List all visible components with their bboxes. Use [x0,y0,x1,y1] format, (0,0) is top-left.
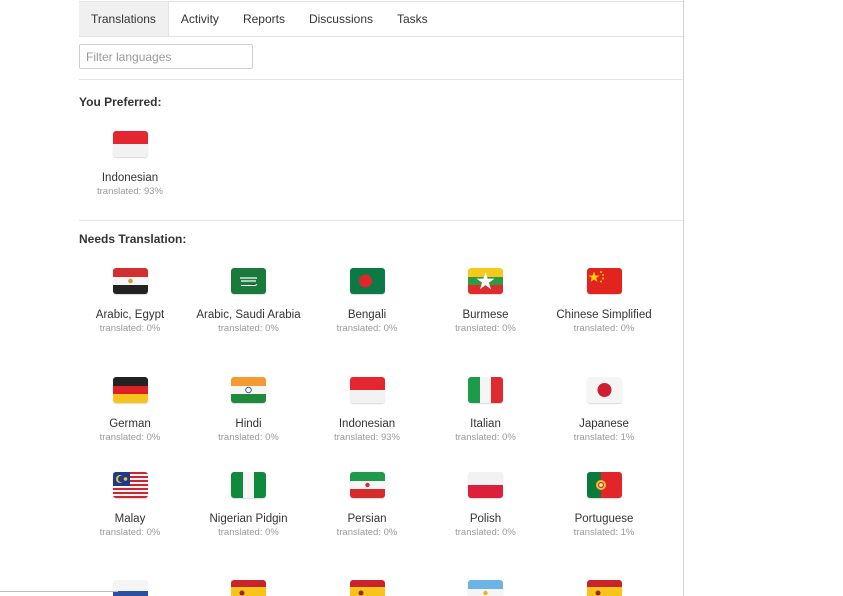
language-item[interactable]: Arabic, Egypt translated: 0% [79,268,188,335]
translations-panel: Translations Activity Reports Discussion… [79,0,684,596]
divider [79,79,683,80]
nigeria-flag-icon [231,472,266,498]
language-item[interactable]: Polish translated: 0% [428,472,544,539]
preferred-section-title: You Preferred: [79,95,162,109]
iran-flag-icon [349,472,385,498]
translation-progress: translated: 93% [96,186,163,197]
china-flag-icon [586,268,622,294]
myanmar-flag-icon [468,268,503,294]
language-item[interactable]: Bengali translated: 0% [309,268,425,335]
egypt-flag-icon [112,268,148,294]
poland-flag-icon [468,472,503,498]
tab-tasks[interactable]: Tasks [385,2,440,36]
language-name: Nigerian Pidgin [209,513,288,525]
translation-progress: translated: 1% [573,527,635,538]
translation-progress: translated: 0% [455,323,516,334]
saudi-arabia-flag-icon [231,268,266,294]
language-name: Arabic, Egypt [95,309,165,321]
india-flag-icon [231,377,266,403]
language-name: Burmese [462,309,509,321]
needs-translation-section-title: Needs Translation: [79,232,187,246]
tab-translations[interactable]: Translations [79,2,169,36]
indonesia-flag-icon [112,131,148,157]
language-item[interactable]: Hindi translated: 0% [191,377,307,444]
spain-flag-icon [349,580,385,596]
language-item[interactable]: Persian translated: 0% [309,472,425,539]
language-item[interactable] [546,580,662,596]
argentina-flag-icon [468,580,503,596]
language-item[interactable]: Portuguese translated: 1% [546,472,662,539]
language-name: Hindi [235,418,262,430]
bangladesh-flag-icon [349,268,385,294]
portugal-flag-icon [586,472,622,498]
translation-progress: translated: 0% [455,527,516,538]
partial-flag-blue-flag-icon [112,580,148,596]
language-name: Japanese [579,418,629,430]
language-item[interactable]: Italian translated: 0% [428,377,544,444]
language-name: Malay [114,513,146,525]
language-name: Persian [347,513,387,525]
language-item[interactable] [309,580,425,596]
spain-flag-icon [231,580,266,596]
malaysia-flag-icon [112,472,148,498]
language-name: Indonesian [101,172,159,184]
translation-progress: translated: 0% [218,323,279,334]
tab-bar: Translations Activity Reports Discussion… [79,1,683,37]
language-item[interactable]: German translated: 0% [79,377,188,444]
translation-progress: translated: 0% [218,527,279,538]
translation-progress: translated: 0% [99,527,161,538]
language-name: Chinese Simplified [556,309,652,321]
translation-progress: translated: 1% [573,432,635,443]
language-item[interactable] [79,580,188,596]
language-name: Indonesian [338,418,396,430]
horizontal-scrollbar[interactable] [0,591,118,592]
language-item[interactable] [428,580,544,596]
language-name: Arabic, Saudi Arabia [196,309,301,321]
indonesia-flag-icon [349,377,385,403]
filter-languages-input[interactable] [79,44,253,69]
tab-activity[interactable]: Activity [169,2,231,36]
language-item[interactable]: Indonesian translated: 93% [309,377,425,444]
language-name: German [109,418,151,430]
translation-progress: translated: 0% [99,432,161,443]
language-item[interactable]: Indonesian translated: 93% [79,131,188,198]
language-item[interactable]: Japanese translated: 1% [546,377,662,444]
language-item[interactable] [191,580,307,596]
translation-progress: translated: 0% [455,432,516,443]
translation-progress: translated: 0% [573,323,635,334]
italy-flag-icon [468,377,503,403]
language-name: Portuguese [574,513,634,525]
language-name: Italian [470,418,501,430]
translation-progress: translated: 0% [336,323,398,334]
translation-progress: translated: 0% [336,527,398,538]
language-item[interactable]: Chinese Simplified translated: 0% [546,268,662,335]
translation-progress: translated: 0% [99,323,161,334]
language-item[interactable]: Nigerian Pidgin translated: 0% [191,472,307,539]
language-name: Polish [469,513,502,525]
germany-flag-icon [112,377,148,403]
translation-progress: translated: 93% [333,432,400,443]
tab-reports[interactable]: Reports [231,2,297,36]
language-item[interactable]: Burmese translated: 0% [428,268,544,335]
language-item[interactable]: Malay translated: 0% [79,472,188,539]
translation-progress: translated: 0% [218,432,279,443]
language-item[interactable]: Arabic, Saudi Arabia translated: 0% [191,268,307,335]
divider [79,220,683,221]
japan-flag-icon [586,377,622,403]
tab-discussions[interactable]: Discussions [297,2,385,36]
spain-flag-icon [586,580,622,596]
language-name: Bengali [347,309,387,321]
